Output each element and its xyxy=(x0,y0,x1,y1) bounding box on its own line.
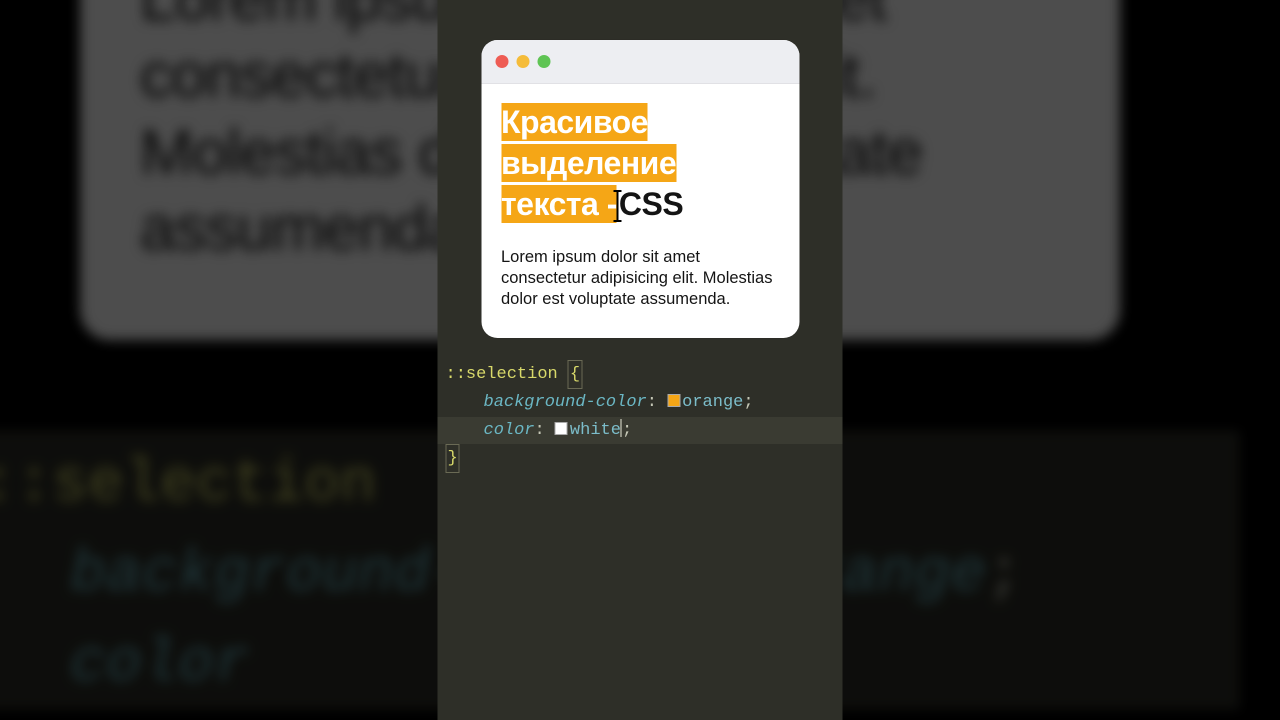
code-line-2[interactable]: background-color: orange; xyxy=(446,389,835,416)
code-val-color: white xyxy=(570,421,621,440)
code-line-4[interactable]: } xyxy=(446,444,835,473)
maximize-icon[interactable] xyxy=(537,55,550,68)
text-cursor-icon xyxy=(617,192,619,220)
code-editor[interactable]: ::selection { background-color: orange; … xyxy=(438,360,843,481)
headline[interactable]: Красивое выделение текста -CSS xyxy=(501,102,779,225)
window-titlebar xyxy=(481,40,799,84)
paragraph[interactable]: Lorem ipsum dolor sit amet consectetur a… xyxy=(501,247,779,310)
code-prop-bg: background-color xyxy=(484,393,647,412)
code-prop-color: color xyxy=(484,421,535,440)
browser-window: Красивое выделение текста -CSS Lorem ips… xyxy=(481,40,799,338)
color-swatch-icon xyxy=(667,394,680,407)
code-val-bg: orange xyxy=(682,393,743,412)
foreground-column: Красивое выделение текста -CSS Lorem ips… xyxy=(438,0,843,720)
minimize-icon[interactable] xyxy=(516,55,529,68)
headline-rest-text: CSS xyxy=(619,186,683,222)
code-line-3[interactable]: color: white; xyxy=(438,417,843,444)
color-swatch-icon xyxy=(555,422,568,435)
brace-open: { xyxy=(568,360,582,389)
code-line-1[interactable]: ::selection { xyxy=(446,360,835,389)
brace-close: } xyxy=(446,444,460,473)
close-icon[interactable] xyxy=(495,55,508,68)
browser-content: Красивое выделение текста -CSS Lorem ips… xyxy=(481,84,799,338)
code-selector: ::selection xyxy=(446,365,558,384)
